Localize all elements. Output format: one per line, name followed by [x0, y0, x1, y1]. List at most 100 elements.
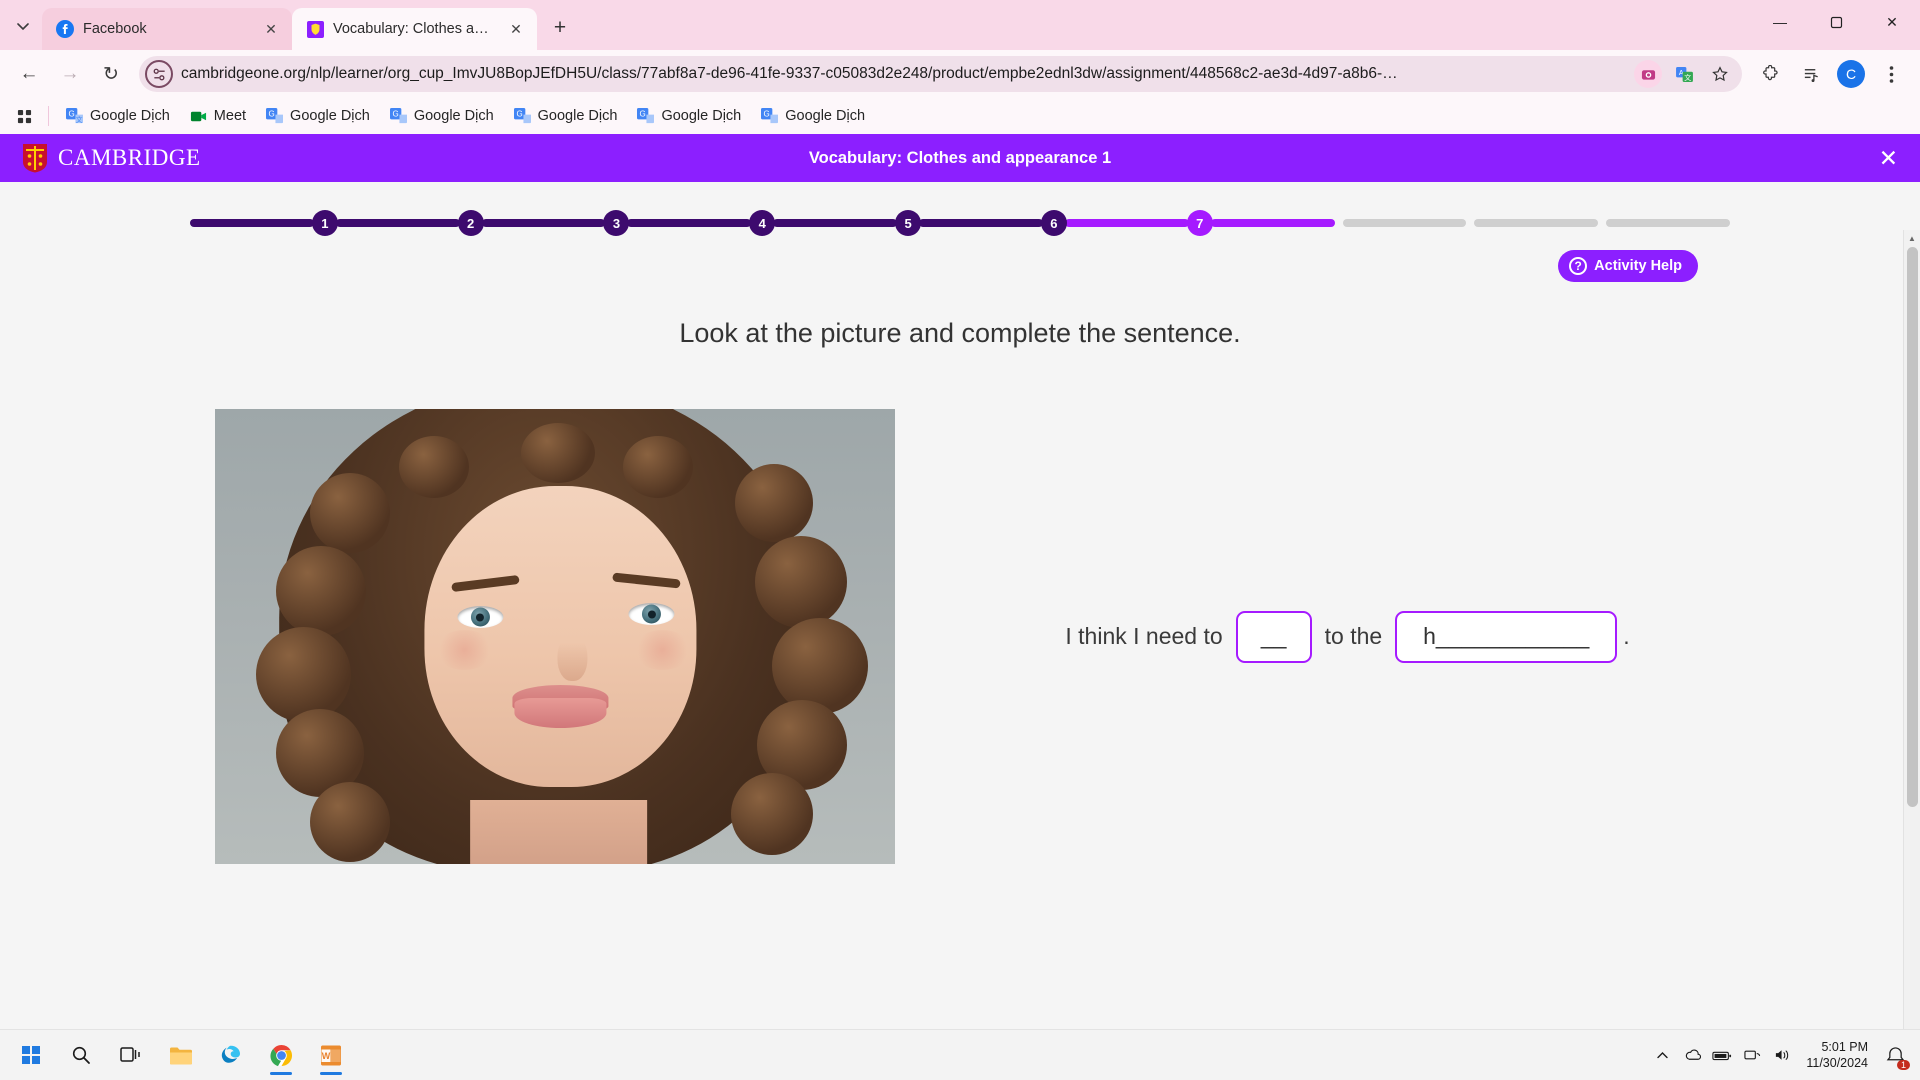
- stepper-segment-todo: [1342, 219, 1467, 227]
- taskbar-clock[interactable]: 5:01 PM 11/30/2024: [1798, 1039, 1876, 1072]
- url-text: cambridgeone.org/nlp/learner/org_cup_Imv…: [181, 65, 1398, 82]
- translate-icon[interactable]: A文: [1670, 60, 1698, 88]
- tab-facebook[interactable]: Facebook ✕: [42, 8, 292, 50]
- task-view-button[interactable]: [108, 1033, 154, 1077]
- bookmarks-divider: [48, 106, 49, 126]
- stepper-segment: [335, 219, 460, 227]
- page-viewport: CAMBRIDGE Vocabulary: Clothes and appear…: [0, 134, 1920, 1029]
- tab-close-icon[interactable]: ✕: [260, 18, 282, 40]
- bookmark-item[interactable]: G Google Dịch: [752, 103, 874, 130]
- battery-icon[interactable]: [1708, 1035, 1736, 1075]
- svg-text:G: G: [392, 109, 398, 118]
- cheek-right: [633, 630, 692, 671]
- bookmark-item[interactable]: G Google Dịch: [257, 103, 379, 130]
- stepper-step-3[interactable]: 3: [603, 210, 630, 236]
- cambridge-logo: CAMBRIDGE: [22, 143, 201, 173]
- browser-toolbar: ← → ↻ cambridgeone.org/nlp/learner/org_c…: [0, 50, 1920, 98]
- extensions-puzzle-icon[interactable]: [1751, 55, 1789, 93]
- bookmark-item[interactable]: Meet: [181, 103, 255, 130]
- iris-left: [470, 607, 490, 627]
- onedrive-icon[interactable]: [1678, 1035, 1706, 1075]
- close-icon[interactable]: ✕: [1879, 146, 1898, 170]
- google-translate-icon: G: [761, 107, 779, 125]
- eye-right: [628, 603, 675, 626]
- maximize-button[interactable]: [1808, 0, 1864, 44]
- stepper-step-1[interactable]: 1: [311, 210, 338, 236]
- file-explorer-button[interactable]: [158, 1033, 204, 1077]
- stepper-segment: [627, 219, 752, 227]
- chrome-button[interactable]: [258, 1033, 304, 1077]
- stepper-step-7[interactable]: 7: [1186, 210, 1213, 236]
- notification-bell-icon[interactable]: 1: [1878, 1035, 1912, 1075]
- svg-text:G: G: [269, 109, 275, 118]
- bookmark-item[interactable]: G文 Google Dịch: [57, 103, 179, 130]
- word-button[interactable]: W: [308, 1033, 354, 1077]
- stepper-segment-todo: [1606, 219, 1730, 227]
- lower-lip: [514, 698, 607, 729]
- scrollbar-thumb[interactable]: [1907, 247, 1918, 807]
- tab-title: Facebook: [83, 21, 147, 37]
- vertical-scrollbar[interactable]: ▲ ▼: [1903, 230, 1920, 1029]
- stepper-step-2[interactable]: 2: [457, 210, 484, 236]
- google-translate-icon: G: [266, 107, 284, 125]
- answer-input-1[interactable]: __: [1235, 610, 1312, 663]
- bookmark-label: Google Dịch: [290, 108, 370, 124]
- google-translate-icon: G: [513, 107, 531, 125]
- search-button[interactable]: [58, 1033, 104, 1077]
- apps-grid-icon[interactable]: [8, 101, 40, 131]
- back-button[interactable]: ←: [10, 55, 48, 93]
- cambridge-wordmark: CAMBRIDGE: [58, 145, 201, 170]
- reload-button[interactable]: ↻: [92, 55, 130, 93]
- cambridge-app-header: CAMBRIDGE Vocabulary: Clothes and appear…: [0, 134, 1920, 182]
- network-icon[interactable]: [1738, 1035, 1766, 1075]
- activity-title: Vocabulary: Clothes and appearance 1: [808, 148, 1112, 167]
- nose-shape: [557, 633, 588, 682]
- activity-help-button[interactable]: ? Activity Help: [1558, 250, 1698, 282]
- exercise-image: [215, 409, 895, 864]
- star-icon[interactable]: [1706, 60, 1734, 88]
- stepper-step-4[interactable]: 4: [749, 210, 776, 236]
- help-row: ? Activity Help: [190, 250, 1730, 282]
- three-dot-menu-icon[interactable]: [1872, 55, 1910, 93]
- neck-shape: [470, 800, 647, 864]
- google-meet-icon: [190, 108, 207, 125]
- edge-button[interactable]: [208, 1033, 254, 1077]
- stepper-segment: [773, 219, 898, 227]
- svg-text:W: W: [322, 1051, 331, 1061]
- eye-left: [457, 606, 504, 629]
- svg-text:G: G: [640, 109, 646, 118]
- stepper-segment: [481, 219, 606, 227]
- svg-text:G: G: [516, 109, 522, 118]
- start-button[interactable]: [8, 1033, 54, 1077]
- tab-search-chevron-down-icon[interactable]: [4, 7, 42, 45]
- site-settings-icon[interactable]: [145, 60, 173, 88]
- google-translate-icon: G: [389, 107, 407, 125]
- answer-input-2[interactable]: h____________: [1395, 610, 1618, 663]
- stepper-step-5[interactable]: 5: [895, 210, 922, 236]
- tab-close-icon[interactable]: ✕: [505, 18, 527, 40]
- sentence-period: .: [1623, 623, 1630, 649]
- clock-time: 5:01 PM: [1821, 1039, 1868, 1054]
- chevron-up-icon[interactable]: [1648, 1035, 1676, 1075]
- new-tab-button[interactable]: +: [543, 11, 577, 45]
- pupil-right: [647, 610, 656, 619]
- eyebrow-left: [451, 575, 520, 593]
- minimize-button[interactable]: —: [1752, 0, 1808, 44]
- bookmark-item[interactable]: G Google Dịch: [381, 103, 503, 130]
- close-window-button[interactable]: ✕: [1864, 0, 1920, 44]
- stepper-step-6[interactable]: 6: [1040, 210, 1067, 236]
- sentence-with-blanks: I think I need to __ to the h___________…: [1065, 610, 1630, 663]
- bookmark-item[interactable]: G Google Dịch: [505, 103, 627, 130]
- tab-vocabulary-clothes-and-appearance[interactable]: Vocabulary: Clothes and appeara ✕: [292, 8, 537, 50]
- scroll-up-arrow-icon[interactable]: ▲: [1904, 230, 1920, 247]
- google-lens-icon[interactable]: [1634, 60, 1662, 88]
- volume-icon[interactable]: [1768, 1035, 1796, 1075]
- clock-date: 11/30/2024: [1806, 1056, 1868, 1070]
- stepper-segment-current: [1064, 219, 1189, 227]
- address-bar[interactable]: cambridgeone.org/nlp/learner/org_cup_Imv…: [139, 56, 1742, 92]
- tab-title: Vocabulary: Clothes and appeara: [333, 21, 496, 37]
- forward-button[interactable]: →: [51, 55, 89, 93]
- bookmark-item[interactable]: G Google Dịch: [628, 103, 750, 130]
- media-playlist-icon[interactable]: [1792, 55, 1830, 93]
- profile-avatar[interactable]: C: [1837, 60, 1865, 88]
